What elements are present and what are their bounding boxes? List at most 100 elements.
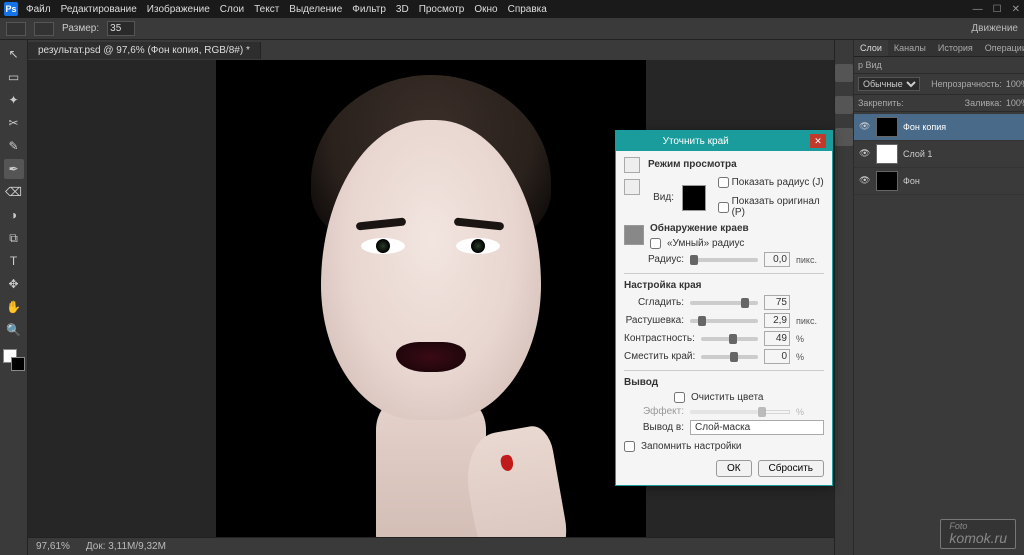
menu-file[interactable]: Файл (26, 4, 51, 15)
smart-radius-label: «Умный» радиус (667, 238, 744, 249)
clone-tool[interactable]: ⧉ (4, 228, 24, 248)
visibility-toggle[interactable] (859, 148, 871, 160)
layer-name[interactable]: Фон (903, 176, 920, 186)
visibility-toggle[interactable] (859, 175, 871, 187)
tab-layers[interactable]: Слои (854, 40, 888, 56)
feather-value[interactable]: 2,9 (764, 313, 790, 328)
show-radius-checkbox[interactable] (718, 177, 729, 188)
contrast-slider[interactable] (701, 337, 758, 341)
rail-icon-1[interactable] (835, 64, 853, 82)
layer-row[interactable]: Фон (854, 168, 1024, 195)
right-column: Слои Каналы История Операции р Вид Обычн… (834, 40, 1024, 555)
document-tab[interactable]: результат.psd @ 97,6% (Фон копия, RGB/8#… (28, 42, 261, 59)
amount-value (764, 410, 790, 414)
layer-thumbnail[interactable] (876, 117, 898, 137)
contrast-value[interactable]: 49 (764, 331, 790, 346)
layer-name[interactable]: Фон копия (903, 122, 946, 132)
brush-preset-icon[interactable] (6, 22, 26, 36)
output-to-select[interactable]: Слой-маска (690, 420, 824, 435)
tab-channels[interactable]: Каналы (888, 40, 932, 56)
zoom-icon[interactable] (624, 157, 640, 173)
layer-name[interactable]: Слой 1 (903, 149, 932, 159)
dialog-titlebar[interactable]: Уточнить край ✕ (616, 131, 832, 151)
amount-slider (690, 410, 758, 414)
hand-tool[interactable]: ✋ (4, 297, 24, 317)
marquee-tool[interactable]: ▭ (4, 67, 24, 87)
eraser-tool[interactable]: ⌫ (4, 182, 24, 202)
view-preview-thumb[interactable] (682, 185, 706, 211)
reset-button[interactable]: Сбросить (758, 460, 824, 477)
dialog-close-button[interactable]: ✕ (810, 134, 826, 148)
view-label: Вид: (648, 192, 674, 203)
watermark: Foto komok.ru (940, 519, 1016, 549)
ok-button[interactable]: ОК (716, 460, 752, 477)
color-swatches[interactable] (3, 349, 25, 371)
refine-brush-icon[interactable] (624, 225, 644, 245)
layer-list: Фон копия Слой 1 Фон (854, 112, 1024, 555)
contrast-label: Контрастность: (624, 333, 695, 344)
menu-layer[interactable]: Слои (220, 4, 244, 15)
fill-value[interactable]: 100% (1006, 98, 1024, 108)
title-bar: Ps Файл Редактирование Изображение Слои … (0, 0, 1024, 18)
visibility-toggle[interactable] (859, 121, 871, 133)
tab-history[interactable]: История (932, 40, 979, 56)
hand-icon[interactable] (624, 179, 640, 195)
document-tabs: результат.psd @ 97,6% (Фон копия, RGB/8#… (28, 40, 834, 60)
rail-icon-2[interactable] (835, 96, 853, 114)
feather-slider[interactable] (690, 319, 758, 323)
decontaminate-label: Очистить цвета (691, 392, 764, 403)
radius-value[interactable]: 0,0 (764, 252, 790, 267)
smooth-value[interactable]: 75 (764, 295, 790, 310)
menu-help[interactable]: Справка (508, 4, 547, 15)
move-tool[interactable]: ↖ (4, 44, 24, 64)
menu-select[interactable]: Выделение (289, 4, 342, 15)
remember-settings-checkbox[interactable] (624, 441, 635, 452)
smooth-slider[interactable] (690, 301, 758, 305)
maximize-button[interactable]: ☐ (993, 4, 1002, 15)
type-tool[interactable]: T (4, 251, 24, 271)
layer-row[interactable]: Слой 1 (854, 141, 1024, 168)
layer-kind-label: р Вид (858, 60, 882, 70)
menu-view[interactable]: Просмотр (419, 4, 465, 15)
minimize-button[interactable]: — (973, 4, 983, 15)
menu-edit[interactable]: Редактирование (61, 4, 137, 15)
brush-size-input[interactable] (107, 21, 135, 36)
menu-image[interactable]: Изображение (147, 4, 210, 15)
opacity-value[interactable]: 100% (1006, 79, 1024, 89)
lasso-tool[interactable]: ✦ (4, 90, 24, 110)
canvas[interactable] (216, 60, 646, 537)
menu-filter[interactable]: Фильтр (352, 4, 386, 15)
eyedropper-tool[interactable]: ✎ (4, 136, 24, 156)
layer-thumbnail[interactable] (876, 144, 898, 164)
menu-window[interactable]: Окно (474, 4, 497, 15)
close-window-button[interactable]: ✕ (1012, 4, 1020, 15)
status-zoom[interactable]: 97,61% (36, 541, 70, 552)
shift-edge-slider[interactable] (701, 355, 758, 359)
menu-text[interactable]: Текст (254, 4, 279, 15)
menu-3d[interactable]: 3D (396, 4, 409, 15)
show-original-label: Показать оригинал (P) (732, 196, 824, 218)
background-swatch[interactable] (11, 357, 25, 371)
workspace-label[interactable]: Движение (971, 23, 1018, 34)
shift-edge-value[interactable]: 0 (764, 349, 790, 364)
brush-tip-icon[interactable] (34, 22, 54, 36)
decontaminate-checkbox[interactable] (674, 392, 685, 403)
feather-label: Растушевка: (624, 315, 684, 326)
layer-thumbnail[interactable] (876, 171, 898, 191)
path-tool[interactable]: ✥ (4, 274, 24, 294)
blend-mode-select[interactable]: Обычные (858, 77, 920, 91)
show-original-checkbox[interactable] (718, 202, 729, 213)
crop-tool[interactable]: ✂ (4, 113, 24, 133)
layers-panel: Слои Каналы История Операции р Вид Обычн… (854, 40, 1024, 555)
radius-slider[interactable] (690, 258, 758, 262)
shift-edge-label: Сместить край: (624, 351, 695, 362)
zoom-tool[interactable]: 🔍 (4, 320, 24, 340)
rail-icon-3[interactable] (835, 128, 853, 146)
smart-radius-checkbox[interactable] (650, 238, 661, 249)
brush-tool[interactable]: ✒ (4, 159, 24, 179)
gradient-tool[interactable]: ◑ (4, 205, 24, 225)
layer-row[interactable]: Фон копия (854, 114, 1024, 141)
tab-actions[interactable]: Операции (979, 40, 1024, 56)
pct-unit: % (796, 334, 824, 344)
lock-label: Закрепить: (858, 98, 904, 108)
